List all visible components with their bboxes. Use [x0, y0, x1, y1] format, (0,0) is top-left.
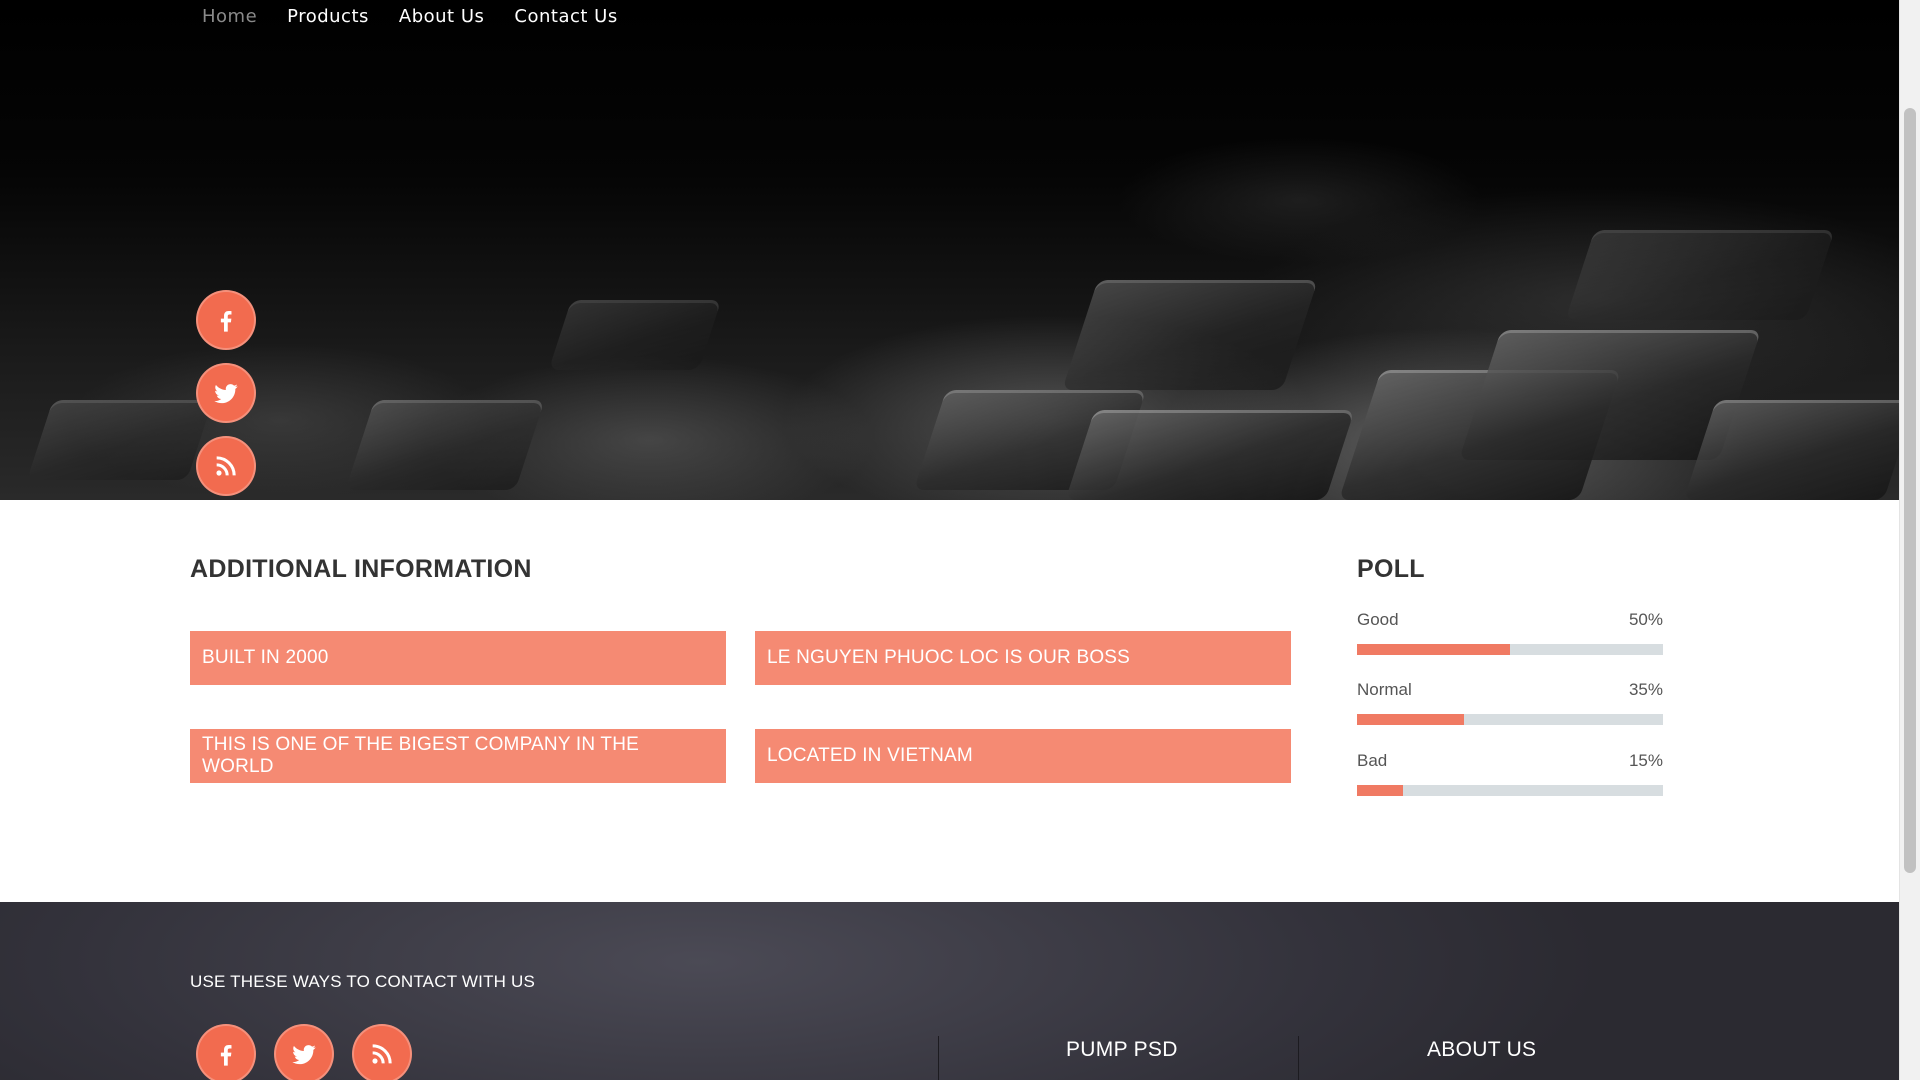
additional-info-title: ADDITIONAL INFORMATION	[190, 555, 532, 583]
poll-option-percent: 15%	[1628, 751, 1663, 770]
footer-column-title: ABOUT US	[1427, 1038, 1537, 1061]
hero-keyboard-key	[1683, 400, 1899, 500]
poll-option-percent: 50%	[1628, 610, 1663, 629]
footer-social-links	[196, 1024, 412, 1080]
facebook-icon[interactable]	[196, 290, 256, 350]
page-scrollbar[interactable]	[1899, 0, 1920, 1080]
poll-option-label: Bad	[1357, 751, 1388, 770]
poll-option-bad: Bad 15%	[1357, 751, 1663, 796]
poll-option-percent: 35%	[1628, 680, 1663, 699]
main-content: ADDITIONAL INFORMATION BUILT IN 2000 LE …	[0, 500, 1899, 902]
poll-progress-fill	[1357, 714, 1465, 725]
hero-banner: Home Products About Us Contact Us	[0, 0, 1899, 500]
hero-keyboard-key	[548, 300, 722, 370]
footer: USE THESE WAYS TO CONTACT WITH US PUMP P…	[0, 902, 1899, 1080]
poll-option-normal: Normal 35%	[1357, 680, 1663, 725]
poll-progress-fill	[1357, 644, 1510, 655]
hero-social-links	[196, 290, 256, 496]
twitter-icon[interactable]	[196, 363, 256, 423]
hero-keyboard-key	[1565, 230, 1835, 320]
poll-option-label: Normal	[1357, 680, 1412, 699]
info-box: THIS IS ONE OF THE BIGEST COMPANY IN THE…	[190, 729, 726, 783]
nav-about-us-link[interactable]: About Us	[399, 6, 485, 27]
hero-keyboard-key	[345, 400, 545, 490]
hero-keyboard-key	[1062, 280, 1318, 390]
info-box: BUILT IN 2000	[190, 631, 726, 685]
poll-progress-bar	[1357, 714, 1663, 725]
twitter-icon[interactable]	[274, 1024, 334, 1080]
info-box: LOCATED IN VIETNAM	[755, 729, 1291, 783]
poll-option-label: Good	[1357, 610, 1399, 629]
poll-title: POLL	[1357, 555, 1425, 583]
poll-option-good: Good 50%	[1357, 610, 1663, 655]
nav-contact-us-link[interactable]: Contact Us	[514, 6, 617, 27]
footer-divider	[1298, 1036, 1299, 1080]
rss-icon[interactable]	[196, 436, 256, 496]
main-nav: Home Products About Us Contact Us	[202, 6, 618, 27]
footer-column-title: PUMP PSD	[1066, 1038, 1178, 1061]
nav-products-link[interactable]: Products	[287, 6, 369, 27]
footer-divider	[938, 1036, 939, 1080]
poll-progress-bar	[1357, 644, 1663, 655]
poll-progress-bar	[1357, 785, 1663, 796]
nav-home-link[interactable]: Home	[202, 6, 257, 27]
hero-keyboard-key	[1065, 410, 1355, 500]
footer-contact-heading: USE THESE WAYS TO CONTACT WITH US	[190, 972, 536, 991]
rss-icon[interactable]	[352, 1024, 412, 1080]
scrollbar-thumb[interactable]	[1904, 108, 1916, 873]
info-box: LE NGUYEN PHUOC LOC IS OUR BOSS	[755, 631, 1291, 685]
facebook-icon[interactable]	[196, 1024, 256, 1080]
hero-keyboard-key	[27, 400, 213, 480]
poll-progress-fill	[1357, 785, 1403, 796]
